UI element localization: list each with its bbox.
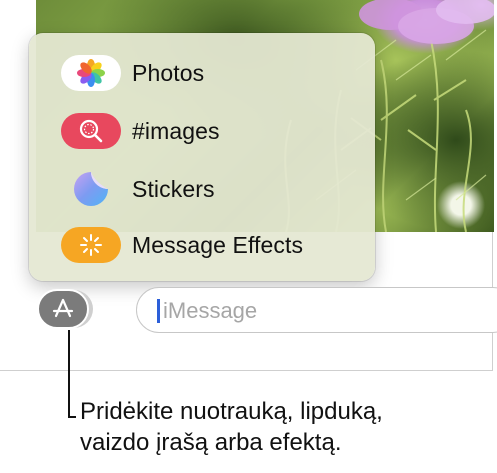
menu-item-stickers[interactable]: Stickers [29,163,375,215]
menu-item-photos-label: Photos [132,59,205,86]
callout-text: Pridėkite nuotrauką, lipduką, vaizdo įra… [80,396,383,458]
callout-line [68,330,70,417]
menu-item-message-effects[interactable]: Message Effects [29,219,375,271]
menu-item-message-effects-label: Message Effects [132,231,304,258]
photos-icon [61,55,121,91]
stickers-icon [61,171,121,207]
message-effects-icon [61,227,121,263]
apps-button[interactable] [37,289,97,329]
menu-item-images[interactable]: #images [29,105,375,157]
message-field[interactable] [136,287,497,333]
menu-item-images-label: #images [132,117,220,144]
callout-line-1: Pridėkite nuotrauką, lipduką, [80,398,383,425]
callout-tick [68,416,76,418]
messages-window: Photos #images Stickers Message Effects … [0,0,497,371]
text-caret [157,299,160,323]
menu-item-stickers-label: Stickers [132,175,215,202]
menu-item-photos[interactable]: Photos [29,47,375,99]
images-search-icon [61,113,121,149]
app-store-icon[interactable] [37,289,89,329]
message-input[interactable] [161,294,465,328]
callout-line-2: vaizdo įrašą arba efektą. [80,429,342,456]
apps-menu: Photos #images Stickers Message Effects [29,33,375,281]
